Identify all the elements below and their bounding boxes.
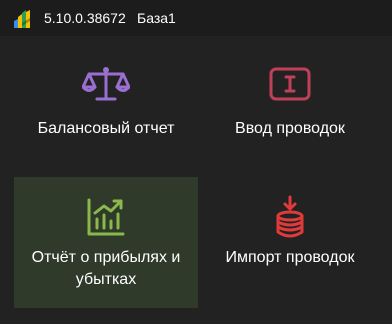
tile-import-entries[interactable]: Импорт проводок (198, 177, 382, 308)
text-input-icon (269, 67, 311, 101)
tile-label: Отчёт о прибылях и убытках (31, 249, 181, 288)
tile-label: Ввод проводок (235, 120, 345, 137)
database-name: База1 (137, 10, 176, 26)
app-logo-icon (14, 10, 30, 28)
growth-chart-icon (87, 198, 125, 236)
database-import-icon (276, 195, 304, 238)
title-bar: 5.10.0.38672 База1 (0, 0, 392, 36)
tile-label: Импорт проводок (225, 249, 355, 266)
scales-icon (82, 67, 130, 101)
tile-profit-loss-report[interactable]: Отчёт о прибылях и убытках (14, 177, 198, 308)
tile-label: Балансовый отчет (37, 120, 175, 137)
tile-balance-report[interactable]: Балансовый отчет (14, 44, 198, 175)
tile-enter-entries[interactable]: Ввод проводок (198, 44, 382, 175)
app-version: 5.10.0.38672 (44, 10, 126, 26)
